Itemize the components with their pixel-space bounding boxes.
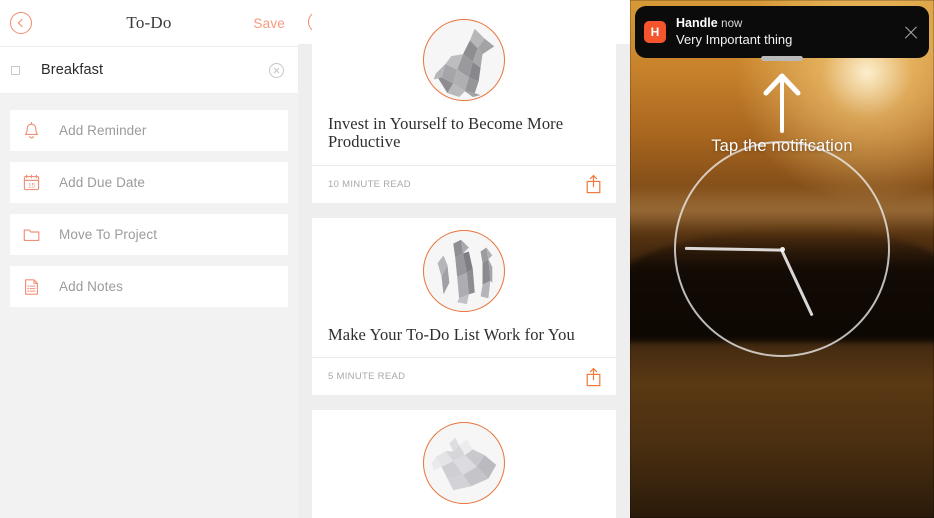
- tutorial-meta: 5 MINUTE READ: [312, 357, 616, 395]
- tutorial-headline: Make Your To-Do List Work for You: [328, 324, 575, 344]
- notification-banner[interactable]: H Handle now Very Important thing: [635, 6, 929, 58]
- clock-minute-hand: [684, 247, 783, 252]
- tutorial-thumb-wrap: [312, 220, 616, 320]
- add-due-date-label: Add Due Date: [59, 175, 146, 190]
- tutorial-thumb-wrap: [312, 412, 616, 512]
- lockscreen-panel: Tap the notification H Handle now Very I…: [630, 0, 934, 518]
- notification-body: Handle now Very Important thing: [676, 16, 792, 47]
- svg-text:15: 15: [28, 182, 36, 189]
- move-to-project-button[interactable]: Move To Project: [10, 214, 288, 255]
- bell-icon: [22, 121, 41, 141]
- notification-grabber[interactable]: [761, 56, 803, 61]
- app-icon: H: [644, 21, 666, 43]
- tutorial-meta: 10 MINUTE READ: [312, 164, 616, 203]
- task-row[interactable]: Breakfast: [0, 47, 298, 94]
- lockscreen-hint-text: Tap the notification: [711, 137, 853, 155]
- chevron-left-glyph: [17, 18, 27, 28]
- add-due-date-button[interactable]: 15 Add Due Date: [10, 162, 288, 203]
- task-title: Breakfast: [41, 62, 104, 78]
- tutorials-scroll-area[interactable]: Invest in Yourself to Become More Produc…: [298, 7, 630, 518]
- add-reminder-button[interactable]: Add Reminder: [10, 110, 288, 151]
- notification-message: Very Important thing: [676, 31, 793, 47]
- notification-app-name: Handle: [676, 16, 718, 31]
- tutorial-headline: Invest in Yourself to Become More Produc…: [328, 114, 564, 152]
- tutorial-card[interactable]: Invest in Yourself to Become More Produc…: [312, 7, 616, 203]
- bear-illustration: [423, 422, 505, 505]
- share-icon[interactable]: [585, 174, 602, 194]
- tutorial-card[interactable]: Make Your To-Do List Work for You 5 MINU…: [312, 217, 616, 396]
- clock-center-pin: [779, 246, 785, 252]
- arrow-up-icon: [760, 71, 804, 133]
- tutorial-read-time: 5 MINUTE READ: [328, 371, 406, 383]
- tutorial-read-time: 10 MINUTE READ: [328, 178, 411, 190]
- todo-navbar: To-Do Save: [0, 0, 298, 47]
- close-circle-icon[interactable]: [269, 62, 284, 78]
- three-panel-screenshot: To-Do Save Breakfast Add Reminder 15 Add…: [0, 0, 934, 518]
- clock-hour-hand: [780, 249, 814, 317]
- notification-header: Handle now: [676, 16, 792, 31]
- move-to-project-label: Move To Project: [59, 227, 158, 242]
- add-reminder-label: Add Reminder: [59, 123, 147, 138]
- add-notes-button[interactable]: Add Notes: [10, 266, 288, 307]
- notification-time-ago: now: [721, 18, 743, 31]
- tutorial-thumb-wrap: [312, 9, 616, 109]
- checkbox-unchecked-icon[interactable]: [11, 65, 20, 75]
- tutorial-headline: [312, 512, 616, 518]
- note-lines-icon: [22, 277, 41, 297]
- todo-action-list: Add Reminder 15 Add Due Date Move To Pro…: [0, 94, 298, 307]
- close-icon[interactable]: [903, 24, 919, 40]
- add-notes-label: Add Notes: [59, 279, 123, 294]
- tutorials-panel: Tutorials: [298, 0, 630, 518]
- tutorial-card[interactable]: [312, 410, 616, 518]
- todo-panel: To-Do Save Breakfast Add Reminder 15 Add…: [0, 0, 298, 518]
- calendar-icon: 15: [22, 173, 41, 193]
- save-button[interactable]: Save: [253, 16, 285, 31]
- folder-icon: [22, 225, 41, 245]
- squirrel-illustration: [423, 19, 505, 101]
- chevron-left-circle-icon[interactable]: [10, 12, 32, 34]
- analog-clock-face: [674, 141, 890, 357]
- share-icon[interactable]: [585, 367, 602, 387]
- penguins-illustration: [423, 229, 505, 312]
